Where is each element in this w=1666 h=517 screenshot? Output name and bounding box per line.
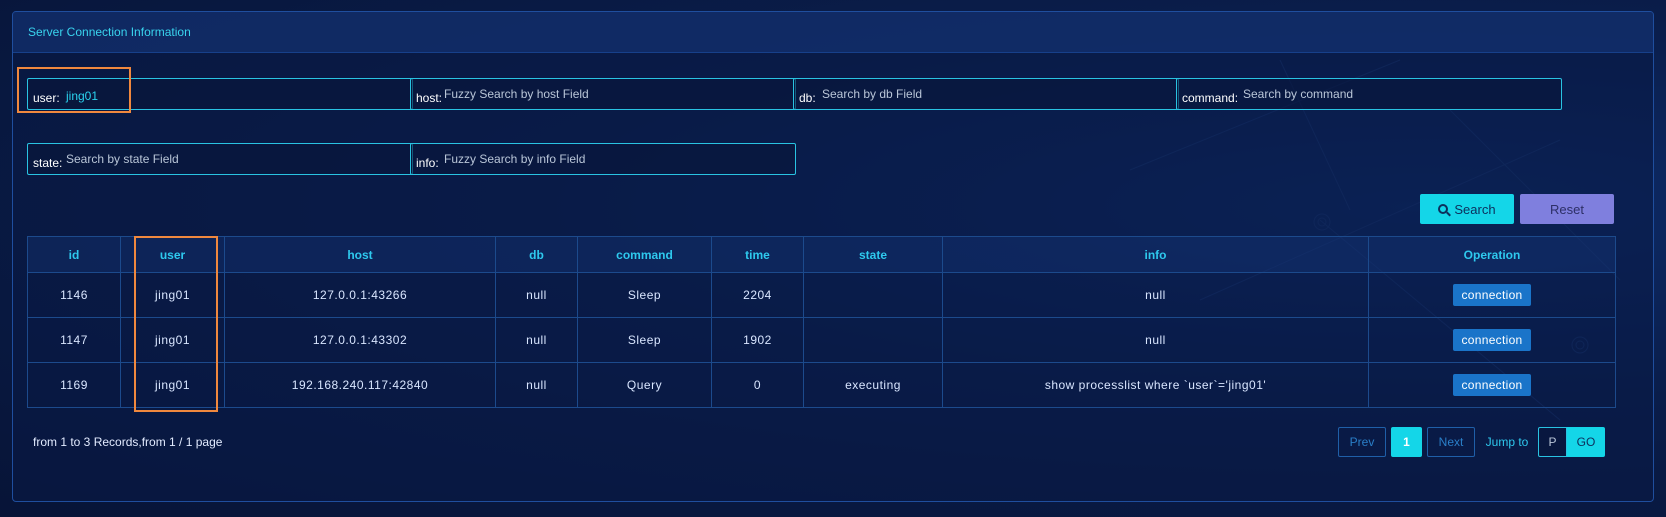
cell-state (803, 317, 943, 363)
column-header-id[interactable]: id (27, 236, 121, 273)
command-filter-label: command: (1182, 91, 1239, 105)
host-filter-input[interactable] (444, 84, 784, 104)
cell-user: jing01 (120, 317, 225, 363)
next-page-button[interactable]: Next (1427, 427, 1475, 457)
cell-host: 192.168.240.117:42840 (224, 362, 496, 408)
cell-operation: connection (1368, 272, 1616, 318)
command-filter-input[interactable] (1243, 84, 1553, 104)
cell-operation: connection (1368, 317, 1616, 363)
connection-button[interactable]: connection (1453, 374, 1531, 396)
cell-state: executing (803, 362, 943, 408)
cell-db: null (495, 272, 578, 318)
table-row: 1169 jing01 192.168.240.117:42840 null Q… (27, 362, 1616, 408)
page-1-button[interactable]: 1 (1391, 427, 1422, 457)
cell-user: jing01 (120, 272, 225, 318)
db-filter-label: db: (799, 91, 816, 105)
host-filter-label: host: (416, 91, 443, 105)
cell-command: Query (577, 362, 712, 408)
state-filter-input[interactable] (66, 149, 401, 169)
column-header-user[interactable]: user (120, 236, 225, 273)
cell-command: Sleep (577, 272, 712, 318)
cell-host: 127.0.0.1:43302 (224, 317, 496, 363)
cell-operation: connection (1368, 362, 1616, 408)
host-filter-field: host: (410, 78, 796, 110)
reset-button[interactable]: Reset (1520, 194, 1614, 224)
cell-time: 0 (711, 362, 804, 408)
connection-button[interactable]: connection (1453, 329, 1531, 351)
cell-time: 1902 (711, 317, 804, 363)
search-button-label: Search (1454, 201, 1496, 217)
column-header-operation: Operation (1368, 236, 1616, 273)
user-filter-label: user: (33, 91, 60, 105)
search-icon (1438, 204, 1449, 214)
db-filter-input[interactable] (822, 84, 1167, 104)
info-filter-label: info: (416, 156, 439, 170)
column-header-db[interactable]: db (495, 236, 578, 273)
command-filter-field: command: (1176, 78, 1562, 110)
cell-command: Sleep (577, 317, 712, 363)
panel-title: Server Connection Information (28, 25, 191, 39)
column-header-state[interactable]: state (803, 236, 943, 273)
cell-id: 1146 (27, 272, 121, 318)
cell-state (803, 272, 943, 318)
cell-id: 1147 (27, 317, 121, 363)
column-header-host[interactable]: host (224, 236, 496, 273)
info-filter-input[interactable] (444, 149, 784, 169)
prev-page-button[interactable]: Prev (1338, 427, 1386, 457)
column-header-command[interactable]: command (577, 236, 712, 273)
cell-info: null (942, 272, 1369, 318)
table-row: 1146 jing01 127.0.0.1:43266 null Sleep 2… (27, 272, 1616, 318)
cell-info: show processlist where `user`='jing01' (942, 362, 1369, 408)
connections-table: id user host db command time state info … (27, 236, 1616, 408)
panel-header: Server Connection Information (13, 12, 1653, 53)
info-filter-field: info: (410, 143, 796, 175)
state-filter-field: state: (27, 143, 413, 175)
state-filter-label: state: (33, 156, 63, 170)
pagination-summary: from 1 to 3 Records,from 1 / 1 page (33, 435, 223, 449)
cell-time: 2204 (711, 272, 804, 318)
cell-info: null (942, 317, 1369, 363)
cell-id: 1169 (27, 362, 121, 408)
cell-user: jing01 (120, 362, 225, 408)
column-header-info[interactable]: info (942, 236, 1369, 273)
db-filter-field: db: (793, 78, 1179, 110)
table-header-row: id user host db command time state info … (27, 236, 1616, 273)
jump-to-label: Jump to (1485, 435, 1529, 449)
cell-db: null (495, 362, 578, 408)
column-header-time[interactable]: time (711, 236, 804, 273)
user-filter-field[interactable]: user: jing01 (27, 78, 413, 110)
user-filter-value[interactable]: jing01 (66, 89, 98, 103)
cell-host: 127.0.0.1:43266 (224, 272, 496, 318)
page-number-input[interactable]: P (1538, 427, 1567, 457)
connection-button[interactable]: connection (1453, 284, 1531, 306)
table-row: 1147 jing01 127.0.0.1:43302 null Sleep 1… (27, 317, 1616, 363)
search-button[interactable]: Search (1420, 194, 1514, 224)
reset-button-label: Reset (1550, 201, 1584, 217)
cell-db: null (495, 317, 578, 363)
go-button[interactable]: GO (1567, 427, 1605, 457)
